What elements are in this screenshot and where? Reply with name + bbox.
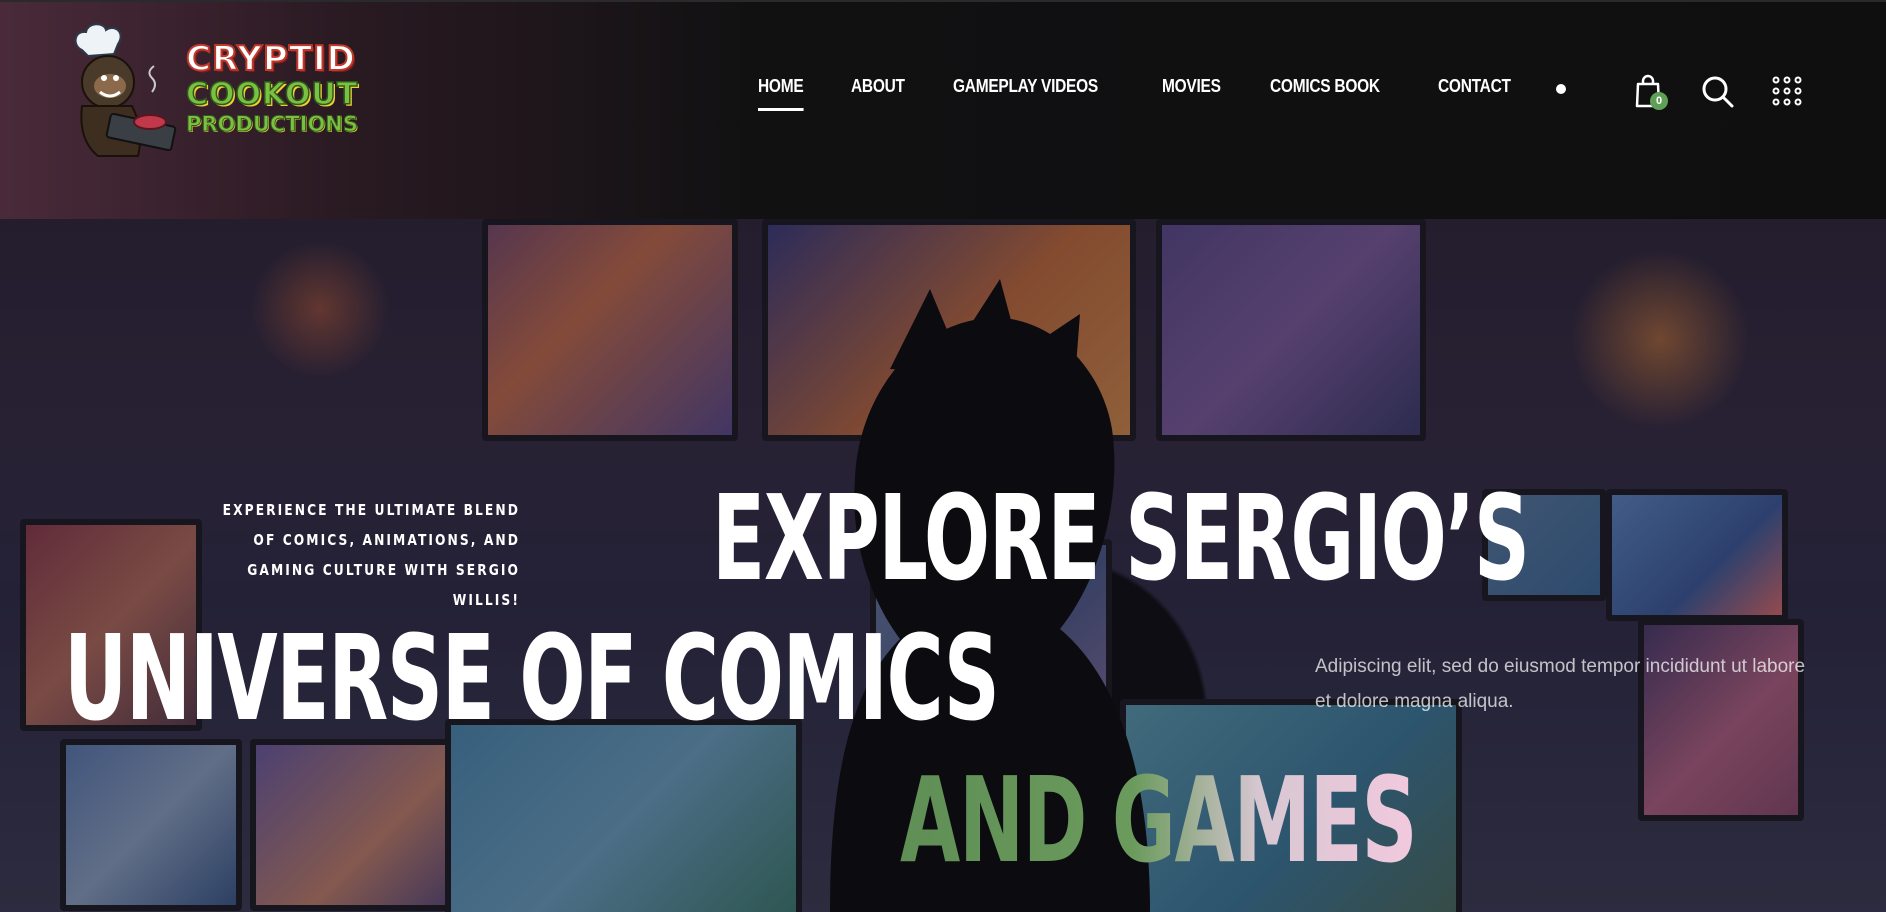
hero-tagline: EXPERIENCE THE ULTIMATE BLEND OF COMICS,… — [222, 501, 520, 609]
hero-headline-line-2: UNIVERSE OF COMICS — [64, 609, 1000, 747]
search-icon[interactable] — [1700, 74, 1734, 108]
nav-item-movies[interactable]: MOVIES — [1162, 76, 1221, 97]
logo-word-productions: PRODUCTIONS — [186, 112, 359, 136]
hero-headline-line-1: EXPLORE SERGIO’S — [712, 469, 1530, 607]
hero-section: EXPERIENCE THE ULTIMATE BLEND OF COMICS,… — [0, 219, 1886, 912]
nav-item-about[interactable]: ABOUT — [851, 76, 905, 97]
hero-description: Adipiscing elit, sed do eiusmod tempor i… — [1315, 656, 1806, 712]
bigfoot-chef-mascot-icon — [74, 23, 177, 157]
cart-count-badge: 0 — [1650, 92, 1668, 110]
grid-menu-icon[interactable] — [1772, 76, 1802, 106]
nav-item-home[interactable]: HOME — [758, 76, 804, 111]
nav-item-contact[interactable]: CONTACT — [1438, 76, 1511, 97]
site-logo[interactable]: CRYPTID COOKOUT PRODUCTIONS — [68, 20, 380, 162]
hero-headline-line-3: AND GAMES — [900, 751, 1418, 889]
logo-word-cryptid: CRYPTID — [185, 39, 356, 79]
header-actions: 0 — [1556, 72, 1806, 112]
logo-word-cookout: COOKOUT — [185, 77, 359, 112]
nav-item-gameplay-videos[interactable]: GAMEPLAY VIDEOS — [953, 76, 1098, 97]
main-navigation: HOME ABOUT GAMEPLAY VIDEOS MOVIES COMICS… — [758, 76, 1562, 111]
site-header: CRYPTID COOKOUT PRODUCTIONS HOME ABOUT G… — [0, 0, 1886, 219]
nav-item-comics-book[interactable]: COMICS BOOK — [1270, 76, 1380, 97]
dot-icon[interactable] — [1556, 84, 1566, 94]
